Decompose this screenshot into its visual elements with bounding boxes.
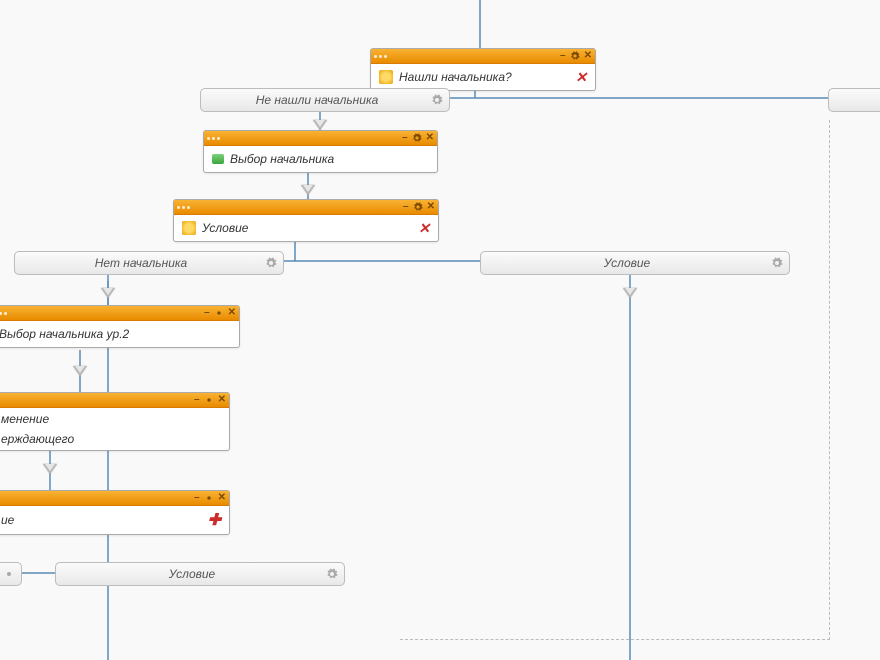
arrow-icon xyxy=(313,120,327,130)
node-title: Условие xyxy=(202,221,248,235)
node-header[interactable]: – ✕ xyxy=(371,49,595,64)
add-icon[interactable]: ✚ xyxy=(208,510,221,530)
drag-handle-icon[interactable] xyxy=(374,55,387,58)
close-icon[interactable]: ✕ xyxy=(584,51,592,61)
branch-icon xyxy=(379,70,393,84)
node-header[interactable]: – ✕ xyxy=(174,200,438,215)
gear-icon[interactable] xyxy=(412,133,422,143)
minimize-icon[interactable]: – xyxy=(403,202,409,212)
node-header[interactable]: – ✕ xyxy=(204,131,437,146)
node-body: Условие ✕ xyxy=(174,215,438,241)
node-found-boss[interactable]: – ✕ Нашли начальника? ✕ xyxy=(370,48,596,91)
gear-icon[interactable] xyxy=(214,308,224,318)
node-title: Выбор начальника xyxy=(230,152,334,166)
branch-not-found[interactable]: Не нашли начальника xyxy=(200,88,450,112)
node-body: Выбор начальника xyxy=(204,146,437,172)
table-icon xyxy=(212,154,224,164)
arrow-icon xyxy=(623,288,637,298)
dashed-region xyxy=(400,120,830,640)
close-icon[interactable]: ✕ xyxy=(218,493,226,503)
node-title: Выбор начальника ур.2 xyxy=(0,327,129,341)
node-select-boss[interactable]: – ✕ Выбор начальника xyxy=(203,130,438,173)
arrow-icon xyxy=(73,366,87,376)
gear-icon[interactable] xyxy=(570,51,580,61)
branch-right-cut[interactable] xyxy=(828,88,880,112)
branch-label: Условие xyxy=(604,256,650,270)
delete-icon[interactable]: ✕ xyxy=(418,220,430,237)
branch-condition-bottom[interactable]: Условие xyxy=(55,562,345,586)
drag-handle-icon[interactable] xyxy=(177,206,190,209)
branch-no-boss[interactable]: Нет начальника xyxy=(14,251,284,275)
node-title-line2: ерждающего xyxy=(1,432,74,446)
minimize-icon[interactable]: – xyxy=(194,493,200,503)
node-title: ие xyxy=(1,513,14,527)
gear-icon[interactable] xyxy=(204,493,214,503)
gear-icon[interactable] xyxy=(3,568,15,580)
node-condition-2[interactable]: – ✕ ие ✚ xyxy=(0,490,230,535)
workflow-canvas[interactable]: – ✕ Нашли начальника? ✕ Не нашли начальн… xyxy=(0,0,880,660)
branch-icon xyxy=(182,221,196,235)
node-body: Выбор начальника ур.2 xyxy=(0,321,239,347)
close-icon[interactable]: ✕ xyxy=(426,133,434,143)
branch-label: Условие xyxy=(169,567,215,581)
arrow-icon xyxy=(301,185,315,195)
gear-icon[interactable] xyxy=(413,202,423,212)
branch-bottom-cut[interactable] xyxy=(0,562,22,586)
minimize-icon[interactable]: – xyxy=(402,133,408,143)
node-header[interactable]: – ✕ xyxy=(0,306,239,321)
drag-handle-icon[interactable] xyxy=(207,137,220,140)
close-icon[interactable]: ✕ xyxy=(218,395,226,405)
arrow-icon xyxy=(43,464,57,474)
minimize-icon[interactable]: – xyxy=(194,395,200,405)
gear-icon[interactable] xyxy=(326,568,338,580)
node-title: Нашли начальника? xyxy=(399,70,512,84)
branch-condition-right[interactable]: Условие xyxy=(480,251,790,275)
gear-icon[interactable] xyxy=(431,94,443,106)
gear-icon[interactable] xyxy=(204,395,214,405)
node-condition-1[interactable]: – ✕ Условие ✕ xyxy=(173,199,439,242)
node-change-approver[interactable]: – ✕ менение ерждающего xyxy=(0,392,230,451)
close-icon[interactable]: ✕ xyxy=(228,308,236,318)
node-title-line1: менение xyxy=(1,412,49,426)
gear-icon[interactable] xyxy=(265,257,277,269)
drag-handle-icon[interactable] xyxy=(0,312,7,315)
node-body: ие ✚ xyxy=(0,506,229,534)
node-header[interactable]: – ✕ xyxy=(0,491,229,506)
arrow-icon xyxy=(101,288,115,298)
minimize-icon[interactable]: – xyxy=(204,308,210,318)
minimize-icon[interactable]: – xyxy=(560,51,566,61)
gear-icon[interactable] xyxy=(771,257,783,269)
node-header[interactable]: – ✕ xyxy=(0,393,229,408)
node-body: Нашли начальника? ✕ xyxy=(371,64,595,90)
branch-label: Не нашли начальника xyxy=(256,93,379,107)
node-select-boss-l2[interactable]: – ✕ Выбор начальника ур.2 xyxy=(0,305,240,348)
delete-icon[interactable]: ✕ xyxy=(575,69,587,86)
branch-label: Нет начальника xyxy=(95,256,187,270)
close-icon[interactable]: ✕ xyxy=(427,202,435,212)
node-body: менение ерждающего xyxy=(0,408,229,450)
